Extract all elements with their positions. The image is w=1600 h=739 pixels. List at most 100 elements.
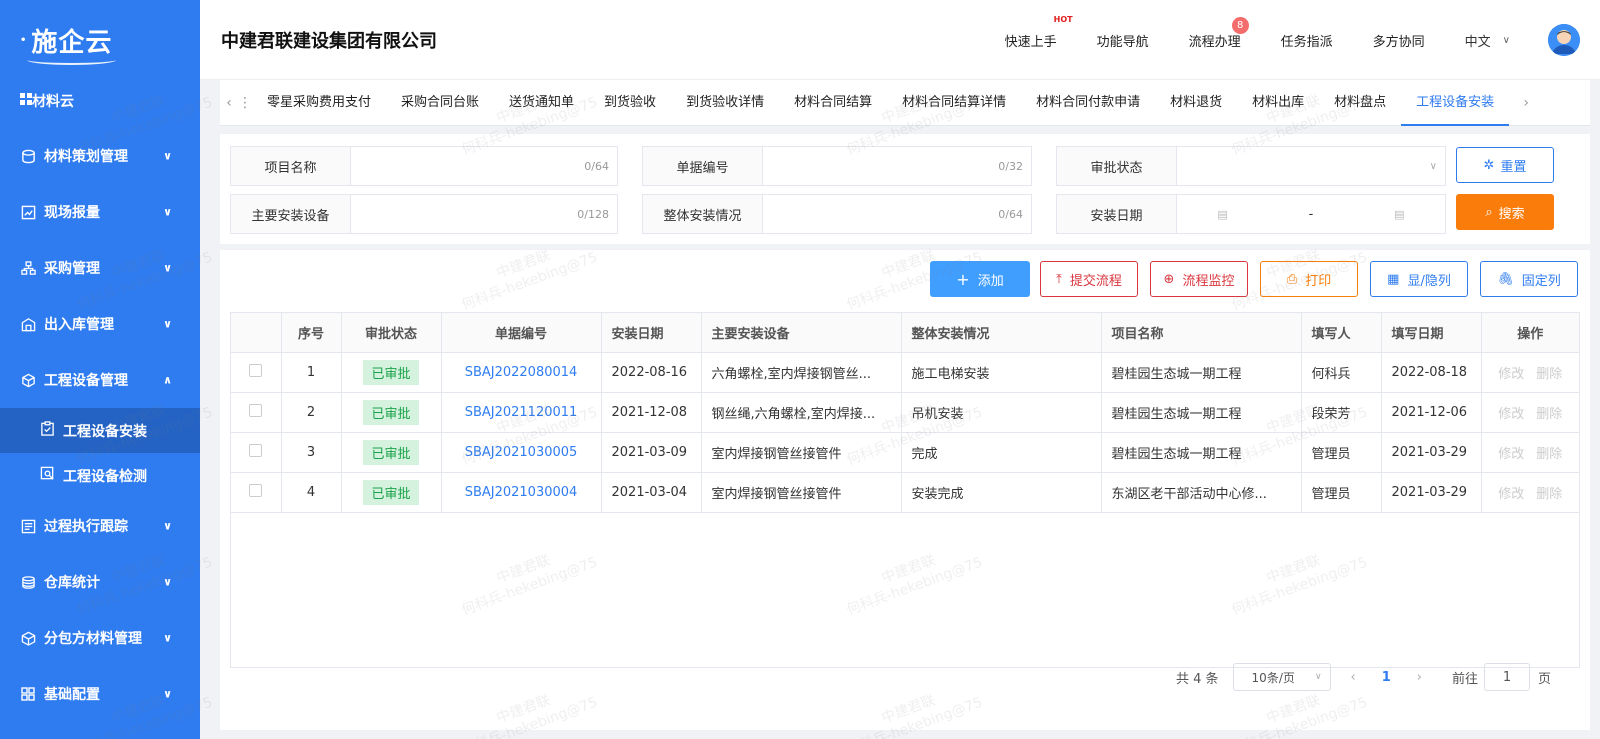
tab-item[interactable]: 材料合同结算详情: [887, 80, 1021, 126]
search-button[interactable]: ⌕ 搜索: [1456, 194, 1554, 230]
edit-link[interactable]: 修改: [1498, 447, 1524, 462]
status-badge: 已审批: [363, 399, 419, 425]
tab-item[interactable]: 材料出库: [1237, 80, 1319, 126]
chevron-down-icon: ∨: [1429, 160, 1437, 172]
doc-number-link[interactable]: SBAJ2021120011: [465, 405, 578, 420]
edit-link[interactable]: 修改: [1498, 407, 1524, 422]
header-collab[interactable]: 多方协同: [1373, 31, 1425, 50]
page-number-current[interactable]: 1: [1382, 670, 1391, 685]
delete-link[interactable]: 删除: [1536, 407, 1562, 422]
sidebar-item-site-report[interactable]: 现场报量 ∨: [0, 184, 200, 240]
table-row[interactable]: 3 已审批 SBAJ2021030005 2021-03-09 室内焊接钢管丝接…: [231, 432, 1579, 473]
doc-no-input[interactable]: 0/32: [763, 147, 1031, 185]
sidebar-item-subcontract[interactable]: 分包方材料管理 ∨: [0, 610, 200, 666]
delete-link[interactable]: 删除: [1536, 447, 1562, 462]
clipboard-check-icon: [40, 421, 55, 440]
tab-more-icon[interactable]: ⋮: [238, 95, 252, 111]
sidebar-item-warehouse-stats[interactable]: 仓库统计 ∨: [0, 554, 200, 610]
sidebar-item-inout[interactable]: 出入库管理 ∨: [0, 296, 200, 352]
tab-item[interactable]: 到货验收详情: [671, 80, 779, 126]
printer-icon: ⎙: [1286, 271, 1298, 287]
add-button[interactable]: + 添加: [930, 261, 1030, 297]
row-checkbox[interactable]: [249, 443, 263, 457]
row-checkbox[interactable]: [249, 483, 263, 497]
install-date-range[interactable]: ▤ - ▤: [1177, 195, 1445, 233]
fix-columns-button[interactable]: 🖇 固定列: [1480, 261, 1578, 297]
grid-icon: [20, 93, 32, 109]
tab-item[interactable]: 送货通知单: [494, 80, 589, 126]
submit-flow-button[interactable]: ⤒ 提交流程: [1040, 261, 1138, 297]
tab-scroll-right[interactable]: ›: [1517, 95, 1535, 111]
tab-item[interactable]: 材料盘点: [1319, 80, 1401, 126]
search-icon: ⌕: [1485, 204, 1493, 220]
table-row[interactable]: 2 已审批 SBAJ2021120011 2021-12-08 钢丝绳,六角螺栓…: [231, 392, 1579, 433]
next-page-button[interactable]: ›: [1417, 670, 1422, 685]
calendar-icon[interactable]: ▤: [1394, 208, 1404, 221]
tab-item[interactable]: 采购合同台账: [386, 80, 494, 126]
status-badge: 已审批: [363, 359, 419, 385]
grid-icon: ▦: [1387, 271, 1400, 287]
doc-number-link[interactable]: SBAJ2021030004: [465, 485, 578, 500]
header-task-assign[interactable]: 任务指派: [1281, 31, 1333, 50]
table-row[interactable]: 4 已审批 SBAJ2021030004 2021-03-04 室内焊接钢管丝接…: [231, 472, 1579, 513]
main-equipment-input[interactable]: 0/128: [351, 195, 617, 233]
total-count: 共 4 条: [1176, 671, 1219, 687]
row-checkbox[interactable]: [249, 363, 263, 377]
reset-button[interactable]: ✲ 重置: [1456, 147, 1554, 183]
paperclip-icon: 🖇: [1497, 271, 1514, 287]
calendar-icon[interactable]: ▤: [1217, 208, 1227, 221]
print-button[interactable]: ⎙ 打印: [1260, 261, 1358, 297]
chevron-down-icon: ∨: [163, 687, 172, 701]
goto-page-input[interactable]: 1: [1484, 663, 1531, 691]
sidebar-subitem-install[interactable]: 工程设备安装: [0, 408, 200, 453]
sidebar-item-material-plan[interactable]: 材料策划管理 ∨: [0, 128, 200, 184]
sidebar-root-item[interactable]: 材料云: [0, 78, 200, 124]
table-row[interactable]: 1 已审批 SBAJ2022080014 2022-08-16 六角螺栓,室内焊…: [231, 352, 1579, 393]
chevron-down-icon: ∨: [163, 317, 172, 331]
approval-status-select[interactable]: ∨: [1177, 147, 1445, 185]
toggle-columns-button[interactable]: ▦ 显/隐列: [1370, 261, 1468, 297]
status-badge: 已审批: [363, 479, 419, 505]
edit-link[interactable]: 修改: [1498, 487, 1524, 502]
flow-monitor-button[interactable]: ⊕ 流程监控: [1150, 261, 1248, 297]
prev-page-button[interactable]: ‹: [1351, 670, 1356, 685]
header-flow-handle[interactable]: 流程办理 8: [1189, 16, 1249, 50]
doc-number-link[interactable]: SBAJ2021030005: [465, 445, 578, 460]
sidebar-subitem-inspect[interactable]: 工程设备检测: [0, 453, 200, 498]
warehouse-icon: [20, 316, 36, 332]
doc-number-link[interactable]: SBAJ2022080014: [465, 365, 578, 380]
delete-link[interactable]: 删除: [1536, 367, 1562, 382]
user-avatar[interactable]: [1548, 24, 1580, 56]
header-function-nav[interactable]: 功能导航: [1097, 31, 1149, 50]
tab-item[interactable]: 材料合同付款申请: [1021, 80, 1155, 126]
sidebar-item-equipment[interactable]: 工程设备管理 ∧: [0, 352, 200, 408]
cube-icon: [20, 372, 36, 388]
overall-install-input[interactable]: 0/64: [763, 195, 1031, 233]
language-select[interactable]: 中文 ∨: [1465, 31, 1510, 50]
target-icon: ⊕: [1163, 271, 1175, 287]
tab-equipment-install-active[interactable]: 工程设备安装: [1401, 80, 1510, 126]
package-icon: [20, 630, 36, 646]
grid-icon: [20, 686, 36, 702]
tab-item[interactable]: 到货验收: [589, 80, 671, 126]
chevron-up-icon: ∧: [163, 373, 172, 387]
app-logo[interactable]: • 施企云: [0, 0, 200, 80]
sidebar-item-config[interactable]: 基础配置 ∨: [0, 666, 200, 722]
plus-icon: +: [956, 269, 970, 289]
upload-icon: ⤒: [1056, 271, 1062, 287]
filter-panel: 项目名称 0/64 单据编号 0/32 审批状态 ∨ ✲ 重置 主要安装设备 0/…: [220, 134, 1590, 244]
project-name-input[interactable]: 0/64: [351, 147, 617, 185]
delete-link[interactable]: 删除: [1536, 487, 1562, 502]
row-checkbox[interactable]: [249, 403, 263, 417]
tab-scroll-left[interactable]: ‹: [220, 95, 238, 111]
tab-item[interactable]: 材料退货: [1155, 80, 1237, 126]
page-size-select[interactable]: 10条/页 ∨: [1232, 663, 1331, 691]
pagination: 共 4 条 10条/页 ∨ ‹ 1 › 前往 1 页: [1176, 663, 1551, 691]
sidebar-item-tracking[interactable]: 过程执行跟踪 ∨: [0, 498, 200, 554]
chevron-down-icon: ∨: [163, 261, 172, 275]
sidebar-item-purchase[interactable]: 采购管理 ∨: [0, 240, 200, 296]
tab-item[interactable]: 材料合同结算: [779, 80, 887, 126]
edit-link[interactable]: 修改: [1498, 367, 1524, 382]
tab-item[interactable]: 零星采购费用支付: [252, 80, 386, 126]
header-quick-start[interactable]: 快速上手 HOT: [1005, 15, 1073, 50]
